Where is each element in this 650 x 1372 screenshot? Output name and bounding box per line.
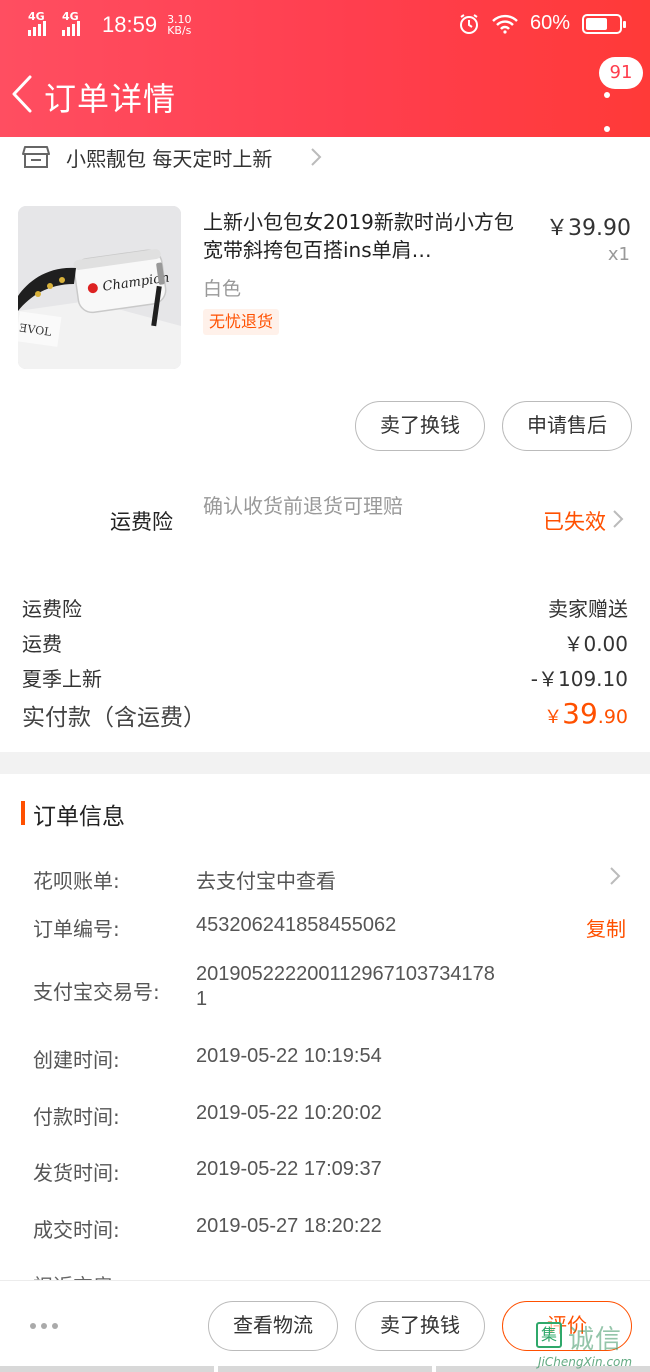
total-paid-label: 实付款（含运费） [22,705,206,731]
total-currency: ￥ [544,707,563,728]
watermark-text: 诚信 [568,1325,623,1355]
alipay-trade-label: 支付宝交易号: [33,980,160,1004]
chevron-right-icon[interactable] [609,866,621,886]
total-integer: 39 [562,697,598,730]
total-paid-value: ￥39.90 [544,697,628,730]
summary-row-insurance: 运费险 卖家赠送 [22,593,628,622]
shipping-insurance-label: 运费险 [110,510,173,534]
chevron-right-icon [311,148,322,166]
network-type-2: 4G [62,10,79,23]
order-number-label: 订单编号: [33,917,120,941]
back-button[interactable] [10,72,40,116]
alarm-icon [459,13,478,34]
nav-bar: 订单详情 91 [0,52,650,137]
paid-time-label: 付款时间: [33,1105,120,1129]
created-time-value: 2019-05-22 10:19:54 [196,1045,382,1067]
more-menu-button[interactable] [601,90,613,134]
page-title: 订单详情 [44,80,177,118]
order-number-value: 453206241858455062 [196,914,397,936]
summary-label: 运费 [22,632,62,656]
status-right: 60% [458,12,626,35]
clock: 18:59 [102,12,158,37]
net-speed: 3.10 KB/s [167,14,192,36]
summary-value: ￥0.00 [563,632,628,656]
total-decimal: .90 [597,706,628,728]
product-image[interactable]: Champion ƎVOL [18,206,181,369]
back-arrow-icon [12,75,32,113]
huabei-label: 花呗账单: [33,869,120,893]
product-sku: 白色 [203,278,242,300]
summary-value: -￥109.10 [530,667,628,691]
watermark-logo: 集 [536,1322,562,1348]
product-title[interactable]: 上新小包包女2019新款时尚小方包宽带斜挎包百搭ins单肩… [203,208,523,264]
copy-button[interactable]: 复制 [586,913,626,942]
summary-value: 卖家赠送 [548,597,628,621]
watermark: 集 诚信 JiChengXin.com [534,1318,650,1372]
signal-icon: 4G [62,10,90,36]
shop-row[interactable]: 小熙靓包 每天定时上新 [0,137,650,177]
summary-label: 夏季上新 [22,667,102,691]
deal-time-label: 成交时间: [33,1218,120,1242]
partial-row-label: 祝近交房 [33,1270,113,1280]
huabei-link[interactable]: 去支付宝中查看 [196,865,336,894]
sell-exchange-button[interactable]: 卖了换钱 [355,401,485,451]
deal-time-value: 2019-05-27 18:20:22 [196,1215,382,1237]
watermark-url: JiChengXin.com [538,1355,633,1369]
shop-name: 小熙靓包 每天定时上新 [66,147,273,171]
section-divider [0,752,650,774]
shipping-insurance-desc: 确认收货前退货可理赔 [203,494,403,518]
alipay-trade-value-line1: 201905222200112967103734178 [196,963,495,985]
bag-illustration: Champion ƎVOL [18,206,181,369]
after-sale-button[interactable]: 申请售后 [502,401,632,451]
product-quantity: x1 [607,244,630,265]
chevron-right-icon[interactable] [612,509,624,529]
message-badge[interactable]: 91 [599,57,643,89]
return-guarantee-tag: 无忧退货 [203,309,280,335]
alipay-trade-value-line2: 1 [196,988,208,1010]
sell-exchange-bottom-button[interactable]: 卖了换钱 [355,1301,485,1351]
header: 4G 4G 18:59 3.10 KB/s 60% 订单详情 91 [0,0,650,137]
summary-label: 运费险 [22,597,82,621]
battery-percent: 60% [529,12,570,34]
product-price: ￥39.90 [546,216,631,241]
summary-row-shipping: 运费 ￥0.00 [22,628,628,657]
order-info-title: 订单信息 [33,804,125,830]
battery-icon [582,13,626,34]
signal-icon: 4G [28,10,56,36]
created-time-label: 创建时间: [33,1048,120,1072]
status-left: 4G 4G 18:59 3.10 KB/s [28,10,192,38]
more-actions-button[interactable] [30,1323,58,1329]
shipping-insurance-status[interactable]: 已失效 [543,506,606,536]
shop-icon [22,146,50,168]
net-speed-unit: KB/s [167,24,192,37]
wifi-icon [492,14,518,34]
summary-row-discount: 夏季上新 -￥109.10 [22,663,628,692]
section-accent-bar [21,801,25,825]
paid-time-value: 2019-05-22 10:20:02 [196,1102,382,1124]
shipped-time-label: 发货时间: [33,1161,120,1185]
order-detail-page: 4G 4G 18:59 3.10 KB/s 60% 订单详情 91 小熙靓包 每… [0,0,650,1372]
shipped-time-value: 2019-05-22 17:09:37 [196,1158,382,1180]
network-type-1: 4G [28,10,45,23]
status-bar: 4G 4G 18:59 3.10 KB/s 60% [0,0,650,52]
view-logistics-button[interactable]: 查看物流 [208,1301,338,1351]
